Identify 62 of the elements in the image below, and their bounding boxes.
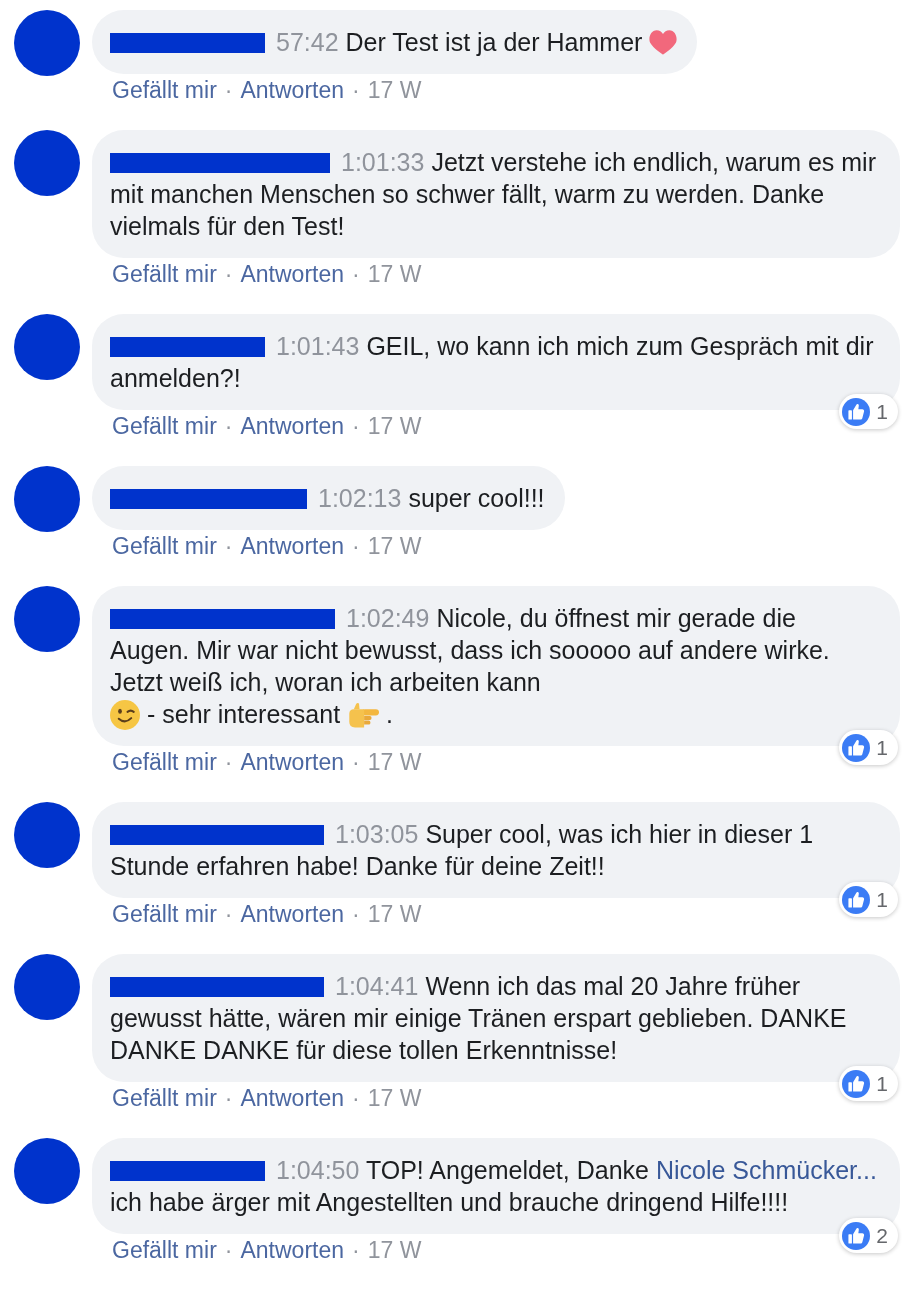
thumbs-up-icon	[842, 733, 871, 762]
thumbs-up-icon	[842, 1069, 871, 1098]
pointing-hand-icon	[347, 702, 380, 730]
reaction-badge[interactable]: 1	[839, 394, 898, 429]
separator: ·	[352, 900, 360, 928]
separator: ·	[352, 748, 360, 776]
separator: ·	[352, 532, 360, 560]
separator: ·	[352, 76, 360, 104]
comment-text: 1:04:41 Wenn ich das mal 20 Jahre früher gewusst hätte, wären mir einige Tränen erspart geblieben. DANKE DANKE DANKE für diese tollen Erkenntnisse!	[110, 971, 848, 1066]
reaction-badge[interactable]: 1	[839, 882, 898, 917]
separator: ·	[352, 1084, 360, 1112]
comment-text: 57:42 Der Test ist ja der Hammer	[110, 26, 678, 58]
mention-link[interactable]: Nicole Schmücker...	[655, 1156, 877, 1184]
like-link[interactable]: Gefällt mir	[112, 260, 217, 288]
comment-age: 17 W	[367, 1084, 422, 1112]
comment-text: 1:02:49 Nicole, du öffnest mir gerade die Augen. Mir war nicht bewusst, dass ich sooooo auf andere wirke. Jetzt weiß ich, woran ich arbeiten kann - sehr interessant .	[110, 603, 831, 730]
heart-icon	[649, 30, 678, 55]
like-link[interactable]: Gefällt mir	[112, 412, 217, 440]
separator: ·	[224, 900, 233, 928]
separator: ·	[224, 76, 233, 104]
reply-link[interactable]: Antworten	[240, 1236, 345, 1264]
separator: ·	[224, 748, 233, 776]
reply-link[interactable]: Antworten	[240, 1084, 345, 1112]
separator: ·	[352, 1236, 360, 1264]
like-link[interactable]: Gefällt mir	[112, 1236, 217, 1264]
reaction-badge[interactable]: 2	[839, 1218, 898, 1253]
comment-age: 17 W	[367, 412, 422, 440]
comment-text: 1:03:05 Super cool, was ich hier in dieser 1 Stunde erfahren habe! Danke für deine Zeit!!	[110, 819, 815, 882]
separator: ·	[224, 412, 233, 440]
comment-age: 17 W	[367, 900, 422, 928]
separator: ·	[352, 260, 360, 288]
separator: ·	[224, 260, 233, 288]
like-link[interactable]: Gefällt mir	[112, 532, 217, 560]
comment-text: 1:01:43 GEIL, wo kann ich mich zum Gespräch mit dir anmelden?!	[110, 331, 875, 394]
comment-text: 1:02:13 super cool!!!	[110, 482, 545, 514]
comment-age: 17 W	[367, 532, 422, 560]
thumbs-up-icon	[842, 1221, 871, 1250]
reply-link[interactable]: Antworten	[240, 260, 345, 288]
like-link[interactable]: Gefällt mir	[112, 1084, 217, 1112]
winking-face-icon	[110, 700, 140, 730]
separator: ·	[224, 1084, 233, 1112]
comment-text: 1:04:50 TOP! Angemeldet, Danke Nicole Schmücker... ich habe ärger mit Angestellten und brauche dringend Hilfe!!!!	[110, 1155, 878, 1218]
reply-link[interactable]: Antworten	[240, 412, 345, 440]
comment-text: 1:01:33 Jetzt verstehe ich endlich, warum es mir mit manchen Menschen so schwer fällt, warm zu werden. Danke vielmals für den Test!	[110, 147, 877, 242]
comment-age: 17 W	[367, 76, 422, 104]
separator: ·	[224, 1236, 233, 1264]
reply-link[interactable]: Antworten	[240, 748, 345, 776]
thumbs-up-icon	[842, 397, 871, 426]
separator: ·	[352, 412, 360, 440]
reply-link[interactable]: Antworten	[240, 532, 345, 560]
comment-age: 17 W	[367, 1236, 422, 1264]
separator: ·	[224, 532, 233, 560]
reply-link[interactable]: Antworten	[240, 76, 345, 104]
like-link[interactable]: Gefällt mir	[112, 76, 217, 104]
like-link[interactable]: Gefällt mir	[112, 748, 217, 776]
reaction-badge[interactable]: 1	[839, 1066, 898, 1101]
like-link[interactable]: Gefällt mir	[112, 900, 217, 928]
reply-link[interactable]: Antworten	[240, 900, 345, 928]
comment-age: 17 W	[367, 260, 422, 288]
comment-age: 17 W	[367, 748, 422, 776]
reaction-badge[interactable]: 1	[839, 730, 898, 765]
thumbs-up-icon	[842, 885, 871, 914]
